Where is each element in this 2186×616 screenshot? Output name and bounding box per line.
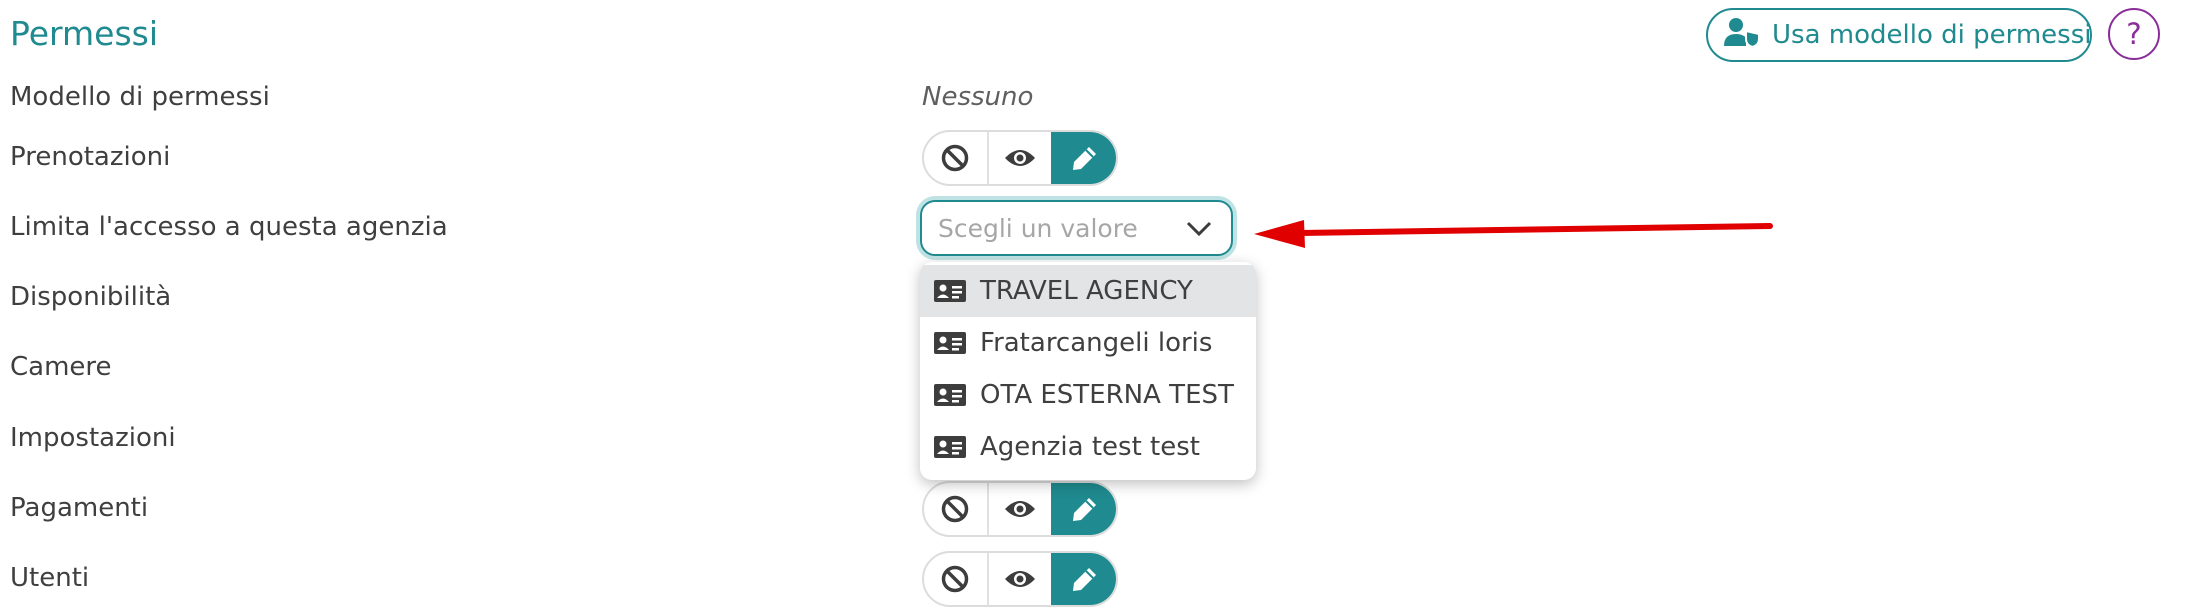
bookings-edit-button[interactable] <box>1051 132 1116 184</box>
agency-select-placeholder: Scegli un valore <box>938 213 1138 243</box>
chevron-down-icon <box>1186 221 1212 237</box>
dropdown-option[interactable]: Fratarcangeli loris <box>920 317 1256 369</box>
help-button[interactable]: ? <box>2108 8 2160 60</box>
page-title: Permessi <box>10 14 159 53</box>
help-label: ? <box>2126 17 2142 51</box>
pencil-icon <box>1072 498 1096 521</box>
dropdown-option[interactable]: OTA ESTERNA TEST <box>920 369 1256 421</box>
eye-icon <box>1005 501 1035 517</box>
user-shield-icon <box>1724 17 1760 54</box>
label-availability: Disponibilità <box>10 282 172 312</box>
label-permission-model: Modello di permessi <box>10 82 270 112</box>
users-permission-toggle <box>922 551 1118 607</box>
label-payments: Pagamenti <box>10 493 149 523</box>
id-card-icon <box>934 280 966 302</box>
ban-icon <box>942 565 969 593</box>
dropdown-option[interactable]: Agenzia test test <box>920 421 1256 473</box>
eye-icon <box>1005 150 1035 166</box>
bookings-view-button[interactable] <box>986 132 1052 184</box>
ban-icon <box>942 144 969 172</box>
id-card-icon <box>934 436 966 458</box>
label-bookings: Prenotazioni <box>10 142 171 172</box>
dropdown-option-label: OTA ESTERNA TEST <box>980 380 1234 410</box>
payments-view-button[interactable] <box>986 483 1052 535</box>
use-permission-model-label: Usa modello di permessi <box>1772 20 2092 50</box>
label-limit-access: Limita l'accesso a questa agenzia <box>10 212 448 242</box>
dropdown-option-label: TRAVEL AGENCY <box>980 276 1193 306</box>
bookings-none-button[interactable] <box>924 132 987 184</box>
dropdown-option[interactable]: TRAVEL AGENCY <box>920 265 1256 317</box>
bookings-permission-toggle <box>922 130 1118 186</box>
pencil-icon <box>1072 147 1096 170</box>
pencil-icon <box>1072 568 1096 591</box>
eye-icon <box>1005 571 1035 587</box>
agency-select[interactable]: Scegli un valore <box>920 200 1233 256</box>
agency-dropdown-menu: TRAVEL AGENCY Fratarcangeli loris OTA ES… <box>920 262 1256 480</box>
use-permission-model-button[interactable]: Usa modello di permessi <box>1706 8 2092 62</box>
label-users: Utenti <box>10 563 90 593</box>
users-edit-button[interactable] <box>1051 553 1116 605</box>
payments-permission-toggle <box>922 481 1118 537</box>
ban-icon <box>942 495 969 523</box>
id-card-icon <box>934 384 966 406</box>
id-card-icon <box>934 332 966 354</box>
label-rooms: Camere <box>10 352 112 382</box>
dropdown-option-label: Fratarcangeli loris <box>980 328 1213 358</box>
dropdown-option-label: Agenzia test test <box>980 432 1200 462</box>
payments-none-button[interactable] <box>924 483 987 535</box>
payments-edit-button[interactable] <box>1051 483 1116 535</box>
label-settings: Impostazioni <box>10 423 176 453</box>
permission-model-value: Nessuno <box>922 82 1034 112</box>
annotation-arrow <box>1254 220 1773 248</box>
users-none-button[interactable] <box>924 553 987 605</box>
users-view-button[interactable] <box>986 553 1052 605</box>
